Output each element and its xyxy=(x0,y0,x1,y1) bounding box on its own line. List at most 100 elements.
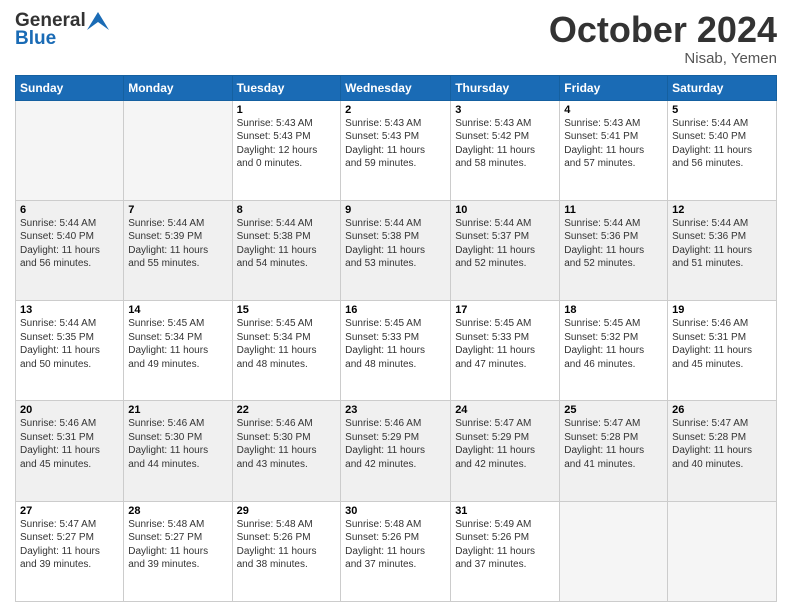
calendar-cell: 7Sunrise: 5:44 AMSunset: 5:39 PMDaylight… xyxy=(124,200,232,300)
day-number: 17 xyxy=(455,304,555,316)
day-info: Sunrise: 5:49 AMSunset: 5:26 PMDaylight:… xyxy=(455,518,555,572)
calendar-week-row: 13Sunrise: 5:44 AMSunset: 5:35 PMDayligh… xyxy=(16,301,777,401)
location: Nisab, Yemen xyxy=(549,50,777,67)
calendar-cell: 17Sunrise: 5:45 AMSunset: 5:33 PMDayligh… xyxy=(451,301,560,401)
day-info: Sunrise: 5:44 AMSunset: 5:38 PMDaylight:… xyxy=(345,217,446,271)
logo-bird-icon xyxy=(87,12,109,30)
day-info: Sunrise: 5:44 AMSunset: 5:35 PMDaylight:… xyxy=(20,317,119,371)
day-info: Sunrise: 5:43 AMSunset: 5:43 PMDaylight:… xyxy=(237,117,337,171)
day-number: 18 xyxy=(564,304,663,316)
day-info: Sunrise: 5:45 AMSunset: 5:33 PMDaylight:… xyxy=(345,317,446,371)
title-area: October 2024 Nisab, Yemen xyxy=(549,10,777,67)
day-number: 13 xyxy=(20,304,119,316)
day-info: Sunrise: 5:45 AMSunset: 5:33 PMDaylight:… xyxy=(455,317,555,371)
day-number: 30 xyxy=(345,505,446,517)
calendar-cell: 25Sunrise: 5:47 AMSunset: 5:28 PMDayligh… xyxy=(560,401,668,501)
day-info: Sunrise: 5:43 AMSunset: 5:42 PMDaylight:… xyxy=(455,117,555,171)
day-number: 12 xyxy=(672,204,772,216)
calendar-header-row: SundayMondayTuesdayWednesdayThursdayFrid… xyxy=(16,75,777,100)
day-number: 27 xyxy=(20,505,119,517)
day-info: Sunrise: 5:44 AMSunset: 5:36 PMDaylight:… xyxy=(564,217,663,271)
calendar-cell: 29Sunrise: 5:48 AMSunset: 5:26 PMDayligh… xyxy=(232,501,341,601)
day-info: Sunrise: 5:43 AMSunset: 5:43 PMDaylight:… xyxy=(345,117,446,171)
calendar-cell xyxy=(668,501,777,601)
day-info: Sunrise: 5:48 AMSunset: 5:27 PMDaylight:… xyxy=(128,518,227,572)
calendar-cell: 13Sunrise: 5:44 AMSunset: 5:35 PMDayligh… xyxy=(16,301,124,401)
calendar-week-row: 20Sunrise: 5:46 AMSunset: 5:31 PMDayligh… xyxy=(16,401,777,501)
calendar-cell: 11Sunrise: 5:44 AMSunset: 5:36 PMDayligh… xyxy=(560,200,668,300)
calendar-day-header: Tuesday xyxy=(232,75,341,100)
calendar-cell: 20Sunrise: 5:46 AMSunset: 5:31 PMDayligh… xyxy=(16,401,124,501)
calendar-day-header: Saturday xyxy=(668,75,777,100)
calendar-cell: 9Sunrise: 5:44 AMSunset: 5:38 PMDaylight… xyxy=(341,200,451,300)
calendar-day-header: Monday xyxy=(124,75,232,100)
logo-area: General Blue xyxy=(15,10,110,50)
day-number: 23 xyxy=(345,404,446,416)
calendar-cell: 21Sunrise: 5:46 AMSunset: 5:30 PMDayligh… xyxy=(124,401,232,501)
calendar-cell: 14Sunrise: 5:45 AMSunset: 5:34 PMDayligh… xyxy=(124,301,232,401)
day-number: 11 xyxy=(564,204,663,216)
day-number: 24 xyxy=(455,404,555,416)
day-info: Sunrise: 5:45 AMSunset: 5:34 PMDaylight:… xyxy=(128,317,227,371)
day-info: Sunrise: 5:44 AMSunset: 5:40 PMDaylight:… xyxy=(672,117,772,171)
calendar-cell: 18Sunrise: 5:45 AMSunset: 5:32 PMDayligh… xyxy=(560,301,668,401)
day-number: 16 xyxy=(345,304,446,316)
calendar-week-row: 27Sunrise: 5:47 AMSunset: 5:27 PMDayligh… xyxy=(16,501,777,601)
day-number: 10 xyxy=(455,204,555,216)
calendar-cell: 10Sunrise: 5:44 AMSunset: 5:37 PMDayligh… xyxy=(451,200,560,300)
day-info: Sunrise: 5:46 AMSunset: 5:29 PMDaylight:… xyxy=(345,417,446,471)
day-info: Sunrise: 5:45 AMSunset: 5:34 PMDaylight:… xyxy=(237,317,337,371)
day-info: Sunrise: 5:44 AMSunset: 5:36 PMDaylight:… xyxy=(672,217,772,271)
day-info: Sunrise: 5:47 AMSunset: 5:28 PMDaylight:… xyxy=(672,417,772,471)
day-info: Sunrise: 5:48 AMSunset: 5:26 PMDaylight:… xyxy=(237,518,337,572)
calendar-cell: 27Sunrise: 5:47 AMSunset: 5:27 PMDayligh… xyxy=(16,501,124,601)
day-number: 21 xyxy=(128,404,227,416)
day-number: 15 xyxy=(237,304,337,316)
logo-blue-text: Blue xyxy=(15,28,56,50)
day-info: Sunrise: 5:47 AMSunset: 5:28 PMDaylight:… xyxy=(564,417,663,471)
day-info: Sunrise: 5:48 AMSunset: 5:26 PMDaylight:… xyxy=(345,518,446,572)
day-number: 4 xyxy=(564,104,663,116)
day-number: 20 xyxy=(20,404,119,416)
day-info: Sunrise: 5:46 AMSunset: 5:30 PMDaylight:… xyxy=(128,417,227,471)
day-number: 31 xyxy=(455,505,555,517)
day-info: Sunrise: 5:44 AMSunset: 5:38 PMDaylight:… xyxy=(237,217,337,271)
calendar-cell: 24Sunrise: 5:47 AMSunset: 5:29 PMDayligh… xyxy=(451,401,560,501)
calendar-cell: 16Sunrise: 5:45 AMSunset: 5:33 PMDayligh… xyxy=(341,301,451,401)
calendar-day-header: Friday xyxy=(560,75,668,100)
day-info: Sunrise: 5:44 AMSunset: 5:37 PMDaylight:… xyxy=(455,217,555,271)
header: General Blue October 2024 Nisab, Yemen xyxy=(15,10,777,67)
day-number: 9 xyxy=(345,204,446,216)
calendar-cell: 1Sunrise: 5:43 AMSunset: 5:43 PMDaylight… xyxy=(232,100,341,200)
calendar-cell: 31Sunrise: 5:49 AMSunset: 5:26 PMDayligh… xyxy=(451,501,560,601)
day-number: 26 xyxy=(672,404,772,416)
calendar-week-row: 6Sunrise: 5:44 AMSunset: 5:40 PMDaylight… xyxy=(16,200,777,300)
calendar: SundayMondayTuesdayWednesdayThursdayFrid… xyxy=(15,75,777,602)
day-info: Sunrise: 5:46 AMSunset: 5:30 PMDaylight:… xyxy=(237,417,337,471)
calendar-day-header: Wednesday xyxy=(341,75,451,100)
calendar-cell: 30Sunrise: 5:48 AMSunset: 5:26 PMDayligh… xyxy=(341,501,451,601)
day-number: 29 xyxy=(237,505,337,517)
day-number: 6 xyxy=(20,204,119,216)
calendar-cell: 28Sunrise: 5:48 AMSunset: 5:27 PMDayligh… xyxy=(124,501,232,601)
calendar-cell: 6Sunrise: 5:44 AMSunset: 5:40 PMDaylight… xyxy=(16,200,124,300)
day-info: Sunrise: 5:46 AMSunset: 5:31 PMDaylight:… xyxy=(20,417,119,471)
day-info: Sunrise: 5:47 AMSunset: 5:27 PMDaylight:… xyxy=(20,518,119,572)
day-number: 19 xyxy=(672,304,772,316)
calendar-day-header: Sunday xyxy=(16,75,124,100)
calendar-cell: 2Sunrise: 5:43 AMSunset: 5:43 PMDaylight… xyxy=(341,100,451,200)
day-number: 2 xyxy=(345,104,446,116)
calendar-cell: 19Sunrise: 5:46 AMSunset: 5:31 PMDayligh… xyxy=(668,301,777,401)
day-number: 3 xyxy=(455,104,555,116)
calendar-cell: 22Sunrise: 5:46 AMSunset: 5:30 PMDayligh… xyxy=(232,401,341,501)
day-info: Sunrise: 5:43 AMSunset: 5:41 PMDaylight:… xyxy=(564,117,663,171)
page: General Blue October 2024 Nisab, Yemen S… xyxy=(0,0,792,612)
day-info: Sunrise: 5:46 AMSunset: 5:31 PMDaylight:… xyxy=(672,317,772,371)
calendar-cell: 5Sunrise: 5:44 AMSunset: 5:40 PMDaylight… xyxy=(668,100,777,200)
day-number: 22 xyxy=(237,404,337,416)
calendar-cell: 12Sunrise: 5:44 AMSunset: 5:36 PMDayligh… xyxy=(668,200,777,300)
day-number: 25 xyxy=(564,404,663,416)
day-number: 14 xyxy=(128,304,227,316)
calendar-cell: 23Sunrise: 5:46 AMSunset: 5:29 PMDayligh… xyxy=(341,401,451,501)
day-number: 7 xyxy=(128,204,227,216)
